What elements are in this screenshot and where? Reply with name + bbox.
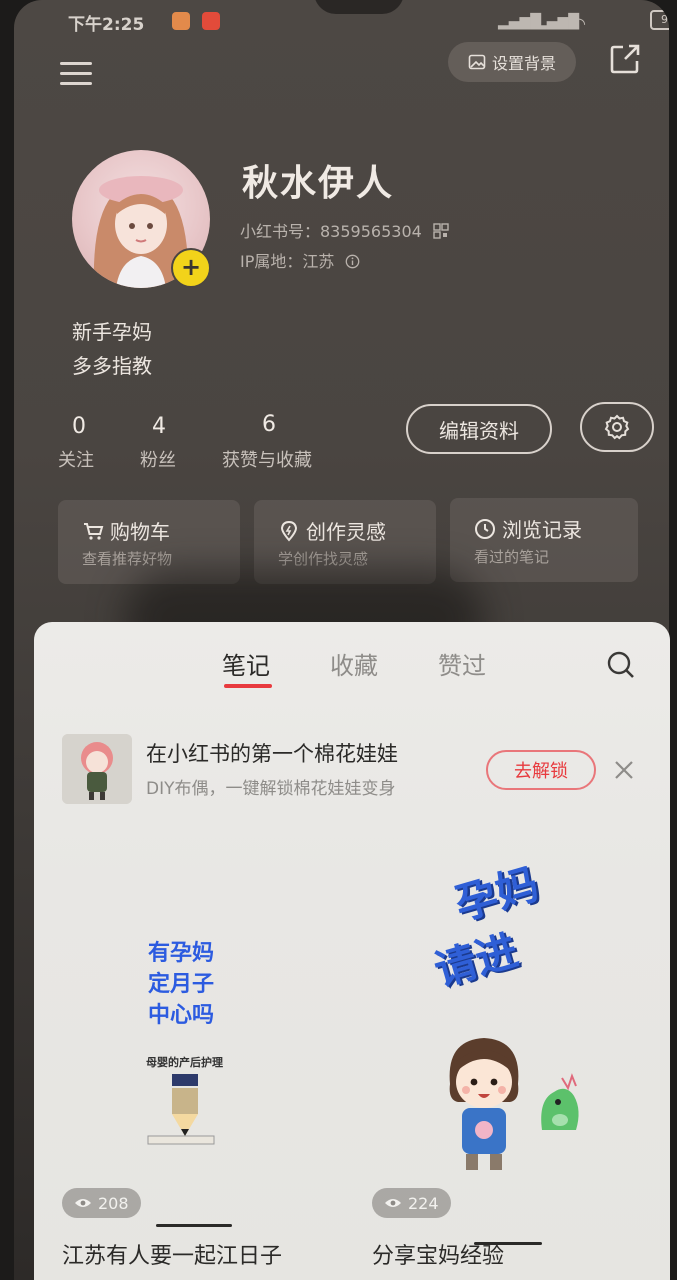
app-notification-icon-2 — [202, 12, 220, 30]
wifi-icon: ◠ — [572, 14, 586, 33]
note-2-views: 224 — [372, 1188, 451, 1218]
dinosaur-illustration — [541, 1073, 579, 1130]
scroll-indicator-left — [156, 1224, 232, 1227]
redbook-id-row: 小红书号：8359565304 — [240, 218, 449, 242]
note-1-image-line-2: 定月子 — [148, 972, 215, 997]
browsing-history-subtitle: 看过的笔记 — [474, 548, 550, 566]
note-1-view-count: 208 — [98, 1193, 129, 1213]
likes-collects-count[interactable]: 6 — [262, 412, 276, 437]
cart-icon — [84, 522, 104, 540]
following-label[interactable]: 关注 — [58, 446, 94, 472]
ip-location: IP属地：江苏 — [240, 252, 335, 271]
eye-icon — [75, 1199, 91, 1207]
note-1-image-caption: 母婴的产后护理 — [146, 1056, 223, 1069]
followers-label[interactable]: 粉丝 — [140, 446, 176, 472]
share-icon[interactable] — [608, 42, 642, 76]
following-count[interactable]: 0 — [72, 414, 86, 439]
info-icon[interactable] — [345, 254, 360, 269]
note-1-views: 208 — [62, 1188, 141, 1218]
tab-active-indicator — [224, 684, 272, 688]
bio-line-2: 多多指教 — [72, 354, 152, 378]
battery-icon: 90 — [650, 10, 669, 30]
browsing-history-entry[interactable]: 浏览记录 看过的笔记 — [450, 498, 638, 582]
tab-collections[interactable]: 收藏 — [330, 646, 378, 681]
shopping-cart-title: 购物车 — [110, 520, 170, 544]
creative-inspiration-subtitle: 学创作找灵感 — [278, 550, 369, 568]
cotton-doll-thumbnail[interactable] — [62, 734, 132, 804]
edit-profile-button[interactable]: 编辑资料 — [406, 404, 552, 454]
add-avatar-button[interactable]: + — [171, 248, 211, 288]
app-notification-icon — [172, 12, 190, 30]
shopping-cart-subtitle: 查看推荐好物 — [82, 550, 173, 568]
scroll-indicator-right — [474, 1242, 542, 1245]
note-2-image-text: 孕妈 请进 — [412, 842, 622, 1052]
browsing-history-title: 浏览记录 — [502, 518, 582, 542]
clock-icon — [475, 518, 495, 539]
creative-inspiration-title: 创作灵感 — [306, 520, 386, 544]
tab-notes[interactable]: 笔记 — [222, 646, 270, 681]
note-2-view-count: 224 — [408, 1193, 439, 1213]
redbook-id: 小红书号：8359565304 — [240, 222, 422, 241]
set-background-button[interactable]: 设置背景 — [448, 42, 576, 82]
tab-liked[interactable]: 赞过 — [438, 646, 486, 681]
cellular-signal-icon: ▂▄▆█ — [498, 14, 542, 30]
status-time: 下午2:25 — [68, 15, 145, 35]
battery-level: 90 — [661, 13, 669, 26]
shopping-cart-title-row: 购物车 — [82, 516, 170, 545]
ip-location-row: IP属地：江苏 — [240, 248, 360, 272]
bio-line-1: 新手孕妈 — [72, 320, 152, 344]
note-1-image-line-1: 有孕妈 — [148, 941, 215, 966]
note-1-image-text: 有孕妈 定月子 中心吗 — [148, 938, 214, 1031]
promo-subtitle: DIY布偶，一键解锁棉花娃娃变身 — [146, 779, 396, 799]
unlock-label: 去解锁 — [514, 761, 568, 782]
promo-title[interactable]: 在小红书的第一个棉花娃娃 — [146, 738, 398, 768]
eye-icon-2 — [385, 1199, 401, 1207]
content-panel: 笔记 收藏 赞过 在小红书的第一个棉花娃娃 DIY布偶，一键解锁棉花娃娃变身 去… — [34, 622, 670, 1280]
nickname: 秋水伊人 — [242, 163, 395, 204]
menu-icon[interactable] — [60, 62, 92, 88]
note-1-image-line-3: 中心吗 — [148, 1003, 215, 1028]
gear-icon — [604, 414, 630, 440]
likes-collects-label[interactable]: 获赞与收藏 — [222, 446, 312, 472]
pen-illustration — [147, 1074, 215, 1145]
doll-image — [62, 734, 132, 804]
unlock-button[interactable]: 去解锁 — [486, 750, 596, 790]
image-icon — [468, 54, 486, 70]
girl-illustration — [449, 1038, 519, 1170]
qr-code-icon[interactable] — [433, 223, 449, 239]
edit-profile-label: 编辑资料 — [439, 418, 519, 443]
settings-button[interactable] — [580, 402, 654, 452]
followers-count[interactable]: 4 — [152, 414, 166, 439]
camera-notch — [314, 0, 404, 14]
bulb-icon — [280, 520, 298, 542]
note-1-title[interactable]: 江苏有人要一起江日子 — [62, 1238, 282, 1270]
search-icon[interactable] — [606, 650, 636, 680]
browsing-history-title-row: 浏览记录 — [474, 514, 582, 543]
set-background-label: 设置背景 — [491, 54, 556, 73]
creative-inspiration-title-row: 创作灵感 — [278, 516, 386, 545]
close-icon[interactable] — [612, 758, 636, 782]
